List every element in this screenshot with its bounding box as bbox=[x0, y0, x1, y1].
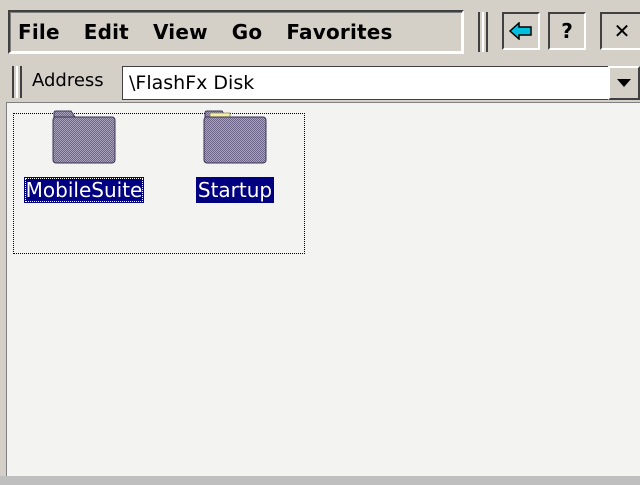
menu-bar: File Edit View Go Favorites ? ✕ bbox=[0, 0, 640, 62]
menu-go[interactable]: Go bbox=[232, 20, 263, 44]
menu-container: File Edit View Go Favorites bbox=[8, 10, 464, 54]
address-label: Address bbox=[32, 70, 104, 91]
status-bar bbox=[0, 476, 640, 485]
folder-label: Startup bbox=[195, 177, 275, 203]
address-input[interactable]: \FlashFx Disk bbox=[122, 66, 608, 100]
menu-file[interactable]: File bbox=[18, 20, 60, 44]
help-button[interactable]: ? bbox=[548, 12, 586, 50]
chevron-down-icon bbox=[617, 79, 631, 87]
close-button[interactable]: ✕ bbox=[600, 12, 640, 50]
folder-view[interactable]: MobileSuite Startup bbox=[6, 102, 640, 476]
menu-favorites[interactable]: Favorites bbox=[286, 20, 392, 44]
folder-icon bbox=[52, 110, 116, 164]
help-icon: ? bbox=[561, 19, 573, 43]
menu-view[interactable]: View bbox=[153, 20, 208, 44]
back-button[interactable] bbox=[502, 12, 540, 50]
back-arrow-icon bbox=[509, 22, 532, 40]
folder-icon bbox=[203, 110, 267, 164]
folder-item-startup[interactable]: Startup bbox=[179, 109, 291, 203]
toolbar-grip-handle[interactable] bbox=[478, 12, 488, 52]
menu-edit[interactable]: Edit bbox=[84, 20, 129, 44]
close-icon: ✕ bbox=[613, 19, 631, 43]
address-dropdown-button[interactable] bbox=[608, 66, 640, 100]
address-grip-handle[interactable] bbox=[12, 66, 22, 98]
folder-label: MobileSuite bbox=[23, 177, 145, 203]
address-bar: Address \FlashFx Disk bbox=[0, 62, 640, 102]
folder-item-mobilesuite[interactable]: MobileSuite bbox=[19, 109, 149, 203]
